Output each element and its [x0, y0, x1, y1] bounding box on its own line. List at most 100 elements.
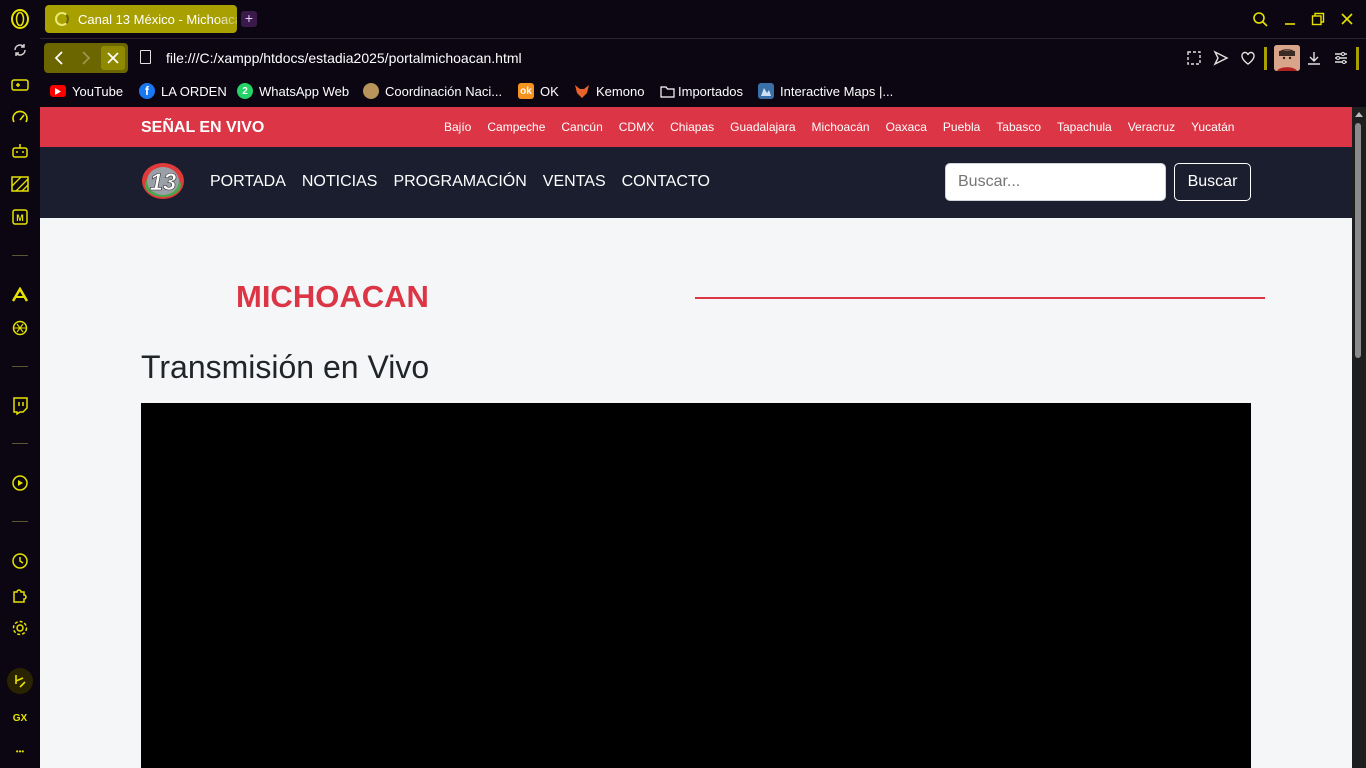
- bookmark-ok[interactable]: ok OK: [518, 82, 559, 100]
- bookmark-label: OK: [540, 83, 559, 99]
- gaming-icon[interactable]: [9, 74, 31, 96]
- address-bar-row: file:///C:/xampp/htdocs/estadia2025/port…: [40, 38, 1366, 76]
- bookmarks-bar: YouTube f LA ORDEN 2 WhatsApp Web Coordi…: [40, 76, 1366, 107]
- scroll-thumb[interactable]: [1355, 123, 1361, 358]
- address-input[interactable]: file:///C:/xampp/htdocs/estadia2025/port…: [166, 50, 522, 66]
- extensions-icon[interactable]: [9, 584, 31, 606]
- menu-item[interactable]: VENTAS: [543, 173, 606, 191]
- city-link[interactable]: Tapachula: [1057, 120, 1112, 134]
- bookmark-youtube[interactable]: YouTube: [50, 82, 123, 100]
- svg-text:M: M: [16, 213, 24, 223]
- forward-button[interactable]: [74, 46, 98, 70]
- chatgpt-icon[interactable]: [9, 317, 31, 339]
- city-link[interactable]: Campeche: [487, 120, 545, 134]
- main-menu: PORTADA NOTICIAS PROGRAMACIÓN VENTAS CONTACT…: [210, 173, 726, 191]
- new-tab-button[interactable]: +: [241, 11, 257, 27]
- city-link[interactable]: Michoacán: [812, 120, 870, 134]
- search-input[interactable]: [945, 163, 1166, 201]
- send-icon[interactable]: [1211, 48, 1231, 68]
- stop-loading-button[interactable]: [101, 46, 125, 70]
- city-link[interactable]: CDMX: [619, 120, 654, 134]
- menu-item[interactable]: PORTADA: [210, 173, 286, 191]
- sidebar-separator: [12, 366, 28, 367]
- active-tab[interactable]: Canal 13 México - Michoacán: [45, 5, 237, 33]
- search-tabs-icon[interactable]: [1250, 9, 1270, 29]
- player-icon[interactable]: [9, 472, 31, 494]
- settings-gear-icon[interactable]: [9, 617, 31, 639]
- arc-icon[interactable]: [9, 284, 31, 306]
- bookmark-kemono[interactable]: Kemono: [574, 82, 644, 100]
- history-icon[interactable]: [9, 550, 31, 572]
- more-options-icon[interactable]: •••: [9, 740, 31, 762]
- main-navbar: 13 PORTADA NOTICIAS PROGRAMACIÓN VENTAS CONT…: [40, 147, 1352, 218]
- sidebar-separator: [12, 521, 28, 522]
- browser-sidebar: M GX •••: [0, 0, 40, 768]
- bookmark-label: Kemono: [596, 83, 645, 99]
- bookmark-coordinacion[interactable]: Coordinación Naci...: [363, 82, 502, 100]
- live-stream-heading: Transmisión en Vivo: [141, 349, 430, 385]
- speedometer-icon[interactable]: [9, 107, 31, 129]
- page-viewport: SEÑAL EN VIVO Bajío Campeche Cancún CDMX Chi…: [40, 107, 1352, 768]
- stripes-icon[interactable]: [9, 173, 31, 195]
- tab-title: Canal 13 México - Michoacán: [78, 11, 237, 27]
- city-link[interactable]: Cancún: [561, 120, 602, 134]
- bookmark-interactive-maps[interactable]: Interactive Maps |...: [758, 82, 893, 100]
- bookmark-whatsapp[interactable]: 2 WhatsApp Web: [237, 82, 349, 100]
- city-link[interactable]: Veracruz: [1128, 120, 1175, 134]
- sync-icon[interactable]: [9, 39, 31, 61]
- top-red-bar: SEÑAL EN VIVO Bajío Campeche Cancún CDMX Chi…: [40, 107, 1352, 147]
- bookmark-label: WhatsApp Web: [259, 83, 350, 99]
- scroll-up-icon[interactable]: [1355, 112, 1363, 117]
- section-title: MICHOACAN: [236, 279, 429, 314]
- opera-logo-icon[interactable]: [9, 8, 31, 30]
- m-badge-icon[interactable]: M: [9, 206, 31, 228]
- page-scrollbar[interactable]: [1352, 107, 1366, 768]
- twitch-icon[interactable]: [9, 395, 31, 417]
- gx-corner-icon[interactable]: GX: [9, 707, 31, 729]
- heart-icon[interactable]: [1238, 48, 1258, 68]
- bookmark-la-orden[interactable]: f LA ORDEN: [139, 82, 227, 100]
- canal13-logo[interactable]: 13: [139, 159, 187, 203]
- avatar[interactable]: [1274, 45, 1300, 71]
- city-link[interactable]: Guadalajara: [730, 120, 795, 134]
- bookmark-importados[interactable]: Importados: [659, 82, 743, 100]
- city-link[interactable]: Oaxaca: [886, 120, 927, 134]
- live-signal-label[interactable]: SEÑAL EN VIVO: [141, 119, 264, 137]
- search-button[interactable]: Buscar: [1174, 163, 1251, 201]
- bookmark-label: LA ORDEN: [161, 83, 227, 99]
- navigation-buttons: [44, 43, 128, 73]
- facebook-icon: f: [139, 83, 155, 99]
- city-link[interactable]: Puebla: [943, 120, 980, 134]
- maps-icon: [758, 83, 774, 99]
- minimize-icon[interactable]: [1280, 9, 1300, 29]
- back-button[interactable]: [47, 46, 71, 70]
- svg-text:13: 13: [150, 169, 177, 196]
- whatsapp-icon: 2: [237, 83, 253, 99]
- menu-item[interactable]: CONTACTO: [622, 173, 710, 191]
- toolbar-separator: [1356, 47, 1359, 70]
- menu-item[interactable]: NOTICIAS: [302, 173, 378, 191]
- snapshot-icon[interactable]: [1184, 48, 1204, 68]
- section-divider: [695, 297, 1265, 299]
- close-window-icon[interactable]: [1337, 9, 1357, 29]
- coordinacion-icon: [363, 83, 379, 99]
- bookmark-label: Interactive Maps |...: [780, 83, 894, 99]
- folder-icon: [659, 83, 675, 99]
- easy-setup-icon[interactable]: [1331, 48, 1351, 68]
- music-player-icon[interactable]: [7, 668, 33, 694]
- city-link[interactable]: Tabasco: [996, 120, 1041, 134]
- video-player[interactable]: [141, 403, 1251, 768]
- download-icon[interactable]: [1304, 48, 1324, 68]
- chat-bot-icon[interactable]: [9, 140, 31, 162]
- sidebar-separator: [12, 255, 28, 256]
- tab-bar: Canal 13 México - Michoacán +: [40, 0, 1366, 38]
- toolbar-separator: [1264, 47, 1267, 70]
- sidebar-separator: [12, 443, 28, 444]
- file-page-icon: [140, 50, 151, 64]
- restore-icon[interactable]: [1308, 9, 1328, 29]
- city-link[interactable]: Chiapas: [670, 120, 714, 134]
- city-link[interactable]: Bajío: [444, 120, 471, 134]
- city-link[interactable]: Yucatán: [1191, 120, 1234, 134]
- youtube-icon: [50, 85, 66, 97]
- menu-item[interactable]: PROGRAMACIÓN: [393, 173, 526, 191]
